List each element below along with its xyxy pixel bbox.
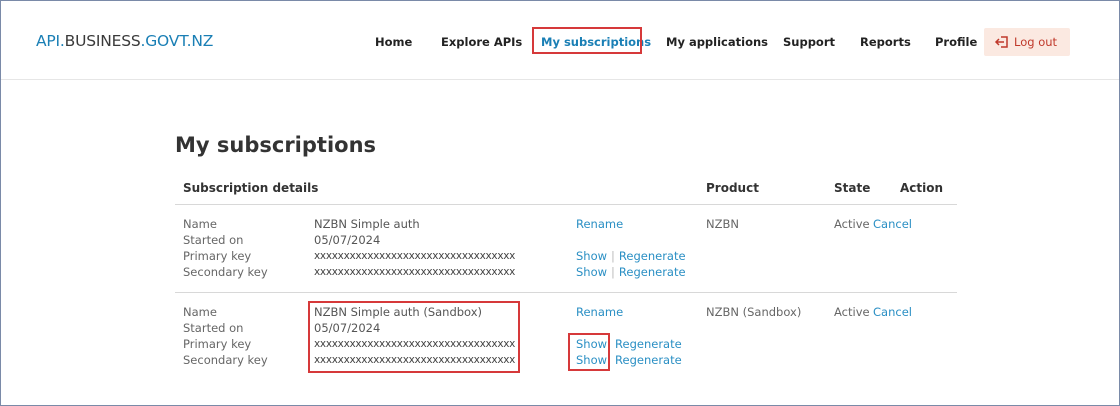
nav-support[interactable]: Support: [783, 35, 835, 49]
regenerate-secondary-key-link[interactable]: Regenerate: [615, 353, 682, 367]
column-header-action: Action: [900, 181, 944, 195]
link-separator: |: [611, 265, 615, 279]
regenerate-primary-key-link[interactable]: Regenerate: [615, 337, 682, 351]
column-header-state: State: [834, 181, 871, 195]
nav-profile[interactable]: Profile: [935, 35, 977, 49]
field-label-started-on: Started on: [183, 321, 244, 335]
logo-part-api: API: [36, 32, 60, 50]
link-separator: |: [611, 249, 615, 263]
nav-explore-apis[interactable]: Explore APIs: [441, 35, 522, 49]
secondary-key-value: xxxxxxxxxxxxxxxxxxxxxxxxxxxxxxxxxx: [314, 266, 516, 278]
column-header-details: Subscription details: [183, 181, 319, 195]
column-header-product: Product: [706, 181, 759, 195]
field-labels: Name Started on Primary key Secondary ke…: [183, 304, 268, 368]
product-value: NZBN (Sandbox): [706, 305, 802, 319]
logout-label: Log out: [1014, 35, 1058, 49]
logout-icon: [994, 36, 1008, 48]
rename-link[interactable]: Rename: [576, 217, 623, 231]
nav-reports[interactable]: Reports: [860, 35, 911, 49]
highlight-box: [532, 27, 642, 54]
field-values: NZBN Simple auth 05/07/2024 xxxxxxxxxxxx…: [314, 216, 515, 280]
field-label-secondary-key: Secondary key: [183, 353, 268, 367]
cancel-link[interactable]: Cancel: [873, 304, 912, 320]
state-value: Active: [834, 305, 870, 319]
row-actions: Rename Show | Regenerate Show | Regenerate: [576, 216, 686, 280]
primary-key-value: xxxxxxxxxxxxxxxxxxxxxxxxxxxxxxxxxx: [314, 250, 516, 262]
field-label-started-on: Started on: [183, 233, 244, 247]
highlight-box: [308, 301, 520, 373]
show-primary-key-link[interactable]: Show: [576, 249, 607, 263]
table-row-divider: [175, 292, 957, 293]
nav-home[interactable]: Home: [375, 35, 412, 49]
product-value: NZBN: [706, 217, 739, 231]
cancel-link[interactable]: Cancel: [873, 216, 912, 232]
logout-button[interactable]: Log out: [984, 28, 1070, 56]
field-label-name: Name: [183, 305, 217, 319]
nav-my-applications[interactable]: My applications: [666, 35, 768, 49]
page-title: My subscriptions: [175, 133, 377, 157]
site-logo[interactable]: API.BUSINESS.GOVT.NZ: [36, 32, 213, 50]
rename-link[interactable]: Rename: [576, 305, 623, 319]
logo-part-govt: GOVT.NZ: [145, 32, 214, 50]
table-header-divider: [175, 204, 957, 205]
regenerate-primary-key-link[interactable]: Regenerate: [619, 249, 686, 263]
show-secondary-key-link[interactable]: Show: [576, 265, 607, 279]
highlight-box: [568, 333, 610, 371]
field-label-secondary-key: Secondary key: [183, 265, 268, 279]
field-labels: Name Started on Primary key Secondary ke…: [183, 216, 268, 280]
logo-part-business: BUSINESS: [64, 32, 141, 50]
field-label-primary-key: Primary key: [183, 249, 252, 263]
site-header: API.BUSINESS.GOVT.NZ Home Explore APIs M…: [1, 1, 1119, 79]
started-on-value: 05/07/2024: [314, 233, 381, 247]
field-label-name: Name: [183, 217, 217, 231]
state-value: Active: [834, 217, 870, 231]
regenerate-secondary-key-link[interactable]: Regenerate: [619, 265, 686, 279]
header-divider: [1, 79, 1119, 80]
subscription-name: NZBN Simple auth: [314, 217, 420, 231]
field-label-primary-key: Primary key: [183, 337, 252, 351]
